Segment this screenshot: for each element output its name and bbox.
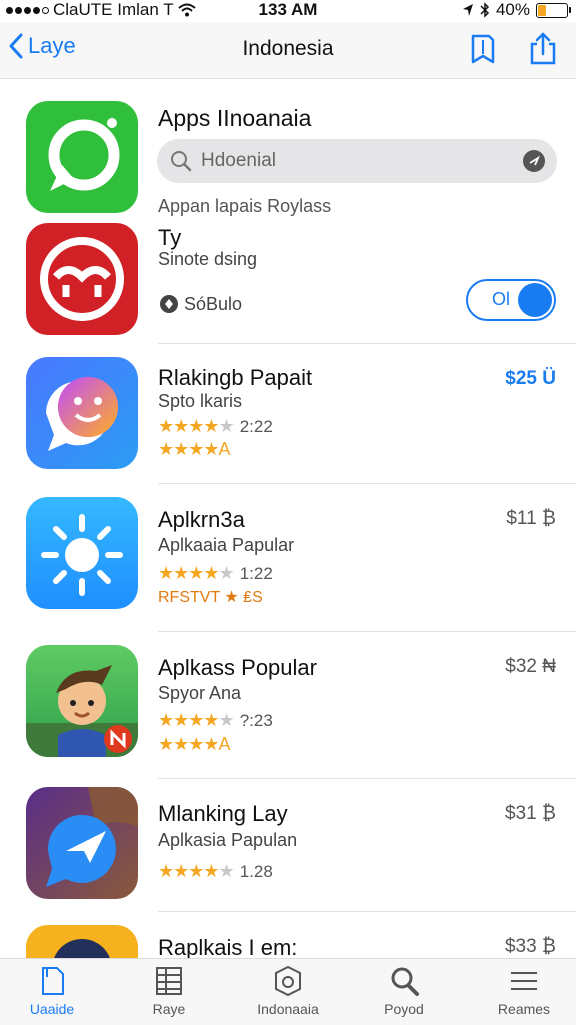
header-app-title: Apps IInoanaia: [158, 105, 312, 131]
developer-label: SóBulo: [184, 293, 243, 314]
divider: [158, 778, 576, 779]
app-subtitle: Spyor Ana: [158, 683, 242, 703]
paper-plane-app-icon[interactable]: [26, 787, 138, 899]
header-app-subtitle: Appan lapais Roylass: [158, 196, 332, 216]
go-icon[interactable]: [523, 150, 545, 172]
app-title: Aplkrn3a: [158, 507, 245, 532]
search-field[interactable]: Hdoenial: [157, 139, 557, 183]
app-title: Mlanking Lay: [158, 801, 288, 826]
tab-search[interactable]: Poyod: [356, 965, 452, 1017]
rating-count: 1.28: [239, 862, 273, 881]
tab-updates[interactable]: Uaaide: [4, 965, 100, 1017]
app-title: Rlakingb Papait: [158, 365, 313, 390]
tab-label: Raye: [152, 1001, 186, 1017]
divider: [158, 631, 576, 632]
emblem-icon: [40, 237, 124, 321]
search-icon: [391, 967, 419, 996]
tab-raye[interactable]: Raye: [121, 965, 217, 1017]
tab-label: Poyod: [384, 1001, 424, 1017]
developer-row: SóBulo: [158, 293, 242, 315]
bluetooth-icon: [480, 2, 490, 18]
status-right: 40%: [462, 0, 571, 20]
rating-count: 2:22: [239, 417, 273, 436]
sun-icon: [41, 514, 123, 596]
rating-extra: RFSTVT ★ ₤S: [158, 589, 263, 606]
chat-app-icon[interactable]: [26, 101, 138, 213]
rating-stars: ★★★★★ 1.28: [158, 861, 273, 881]
get-toggle[interactable]: Ol: [466, 279, 556, 321]
smiley-bubble-icon: [46, 377, 118, 451]
app-subtitle: Aplkasia Papulan: [158, 830, 298, 850]
bookmark-icon[interactable]: [468, 32, 498, 66]
grid-icon: [156, 967, 182, 995]
toggle-knob: [518, 283, 552, 317]
messenger-app-icon[interactable]: [26, 357, 138, 469]
price-button[interactable]: $31 ₿: [505, 803, 556, 825]
second-app-title: Ty: [158, 225, 182, 250]
price-button[interactable]: $33 ₿: [505, 936, 556, 958]
price-button[interactable]: $25 Ü: [505, 368, 556, 390]
paper-plane-icon: [46, 787, 138, 887]
tab-label: Indonaaia: [257, 1001, 319, 1017]
nav-bar: Laye Indonesia: [0, 22, 576, 79]
divider: [158, 483, 576, 484]
tab-label: Reames: [497, 1001, 551, 1017]
app-title: Aplkass Popular: [158, 655, 317, 680]
rating-count: ?:23: [239, 711, 273, 730]
divider: [158, 343, 576, 344]
price-button[interactable]: $11 ₿: [506, 508, 556, 530]
document-icon: [42, 967, 64, 995]
status-bar: ClaUTE Imlan T 133 AM 40%: [0, 0, 576, 22]
developer-logo-icon: [160, 295, 178, 313]
tab-indonesia[interactable]: Indonaaia: [240, 965, 336, 1017]
game-character-app-icon[interactable]: [26, 645, 138, 757]
red-app-icon[interactable]: [26, 223, 138, 335]
tab-bar: Uaaide Raye Indonaaia Poyod Reames: [0, 958, 576, 1025]
price-button[interactable]: $32 ₦: [505, 656, 556, 678]
toggle-label: Ol: [492, 289, 510, 309]
rating-stars: ★★★★★ ?:23: [158, 710, 273, 730]
share-icon[interactable]: [528, 32, 558, 66]
rating-count: 1:22: [239, 564, 273, 583]
list-icon: [511, 972, 537, 990]
rating-stars: ★★★★★ 1:22: [158, 563, 273, 583]
battery-percent: 40%: [495, 0, 530, 19]
search-icon: [171, 151, 192, 172]
battery-icon: [536, 2, 571, 18]
second-app-subtitle: Sinote dsing: [158, 249, 258, 269]
sun-app-icon[interactable]: [26, 497, 138, 609]
rating-extra: ★★★★A: [158, 734, 231, 754]
tab-reames[interactable]: Reames: [476, 965, 572, 1017]
app-subtitle: Spto lkaris: [158, 391, 243, 411]
divider: [158, 911, 576, 912]
chat-bubble-icon: [48, 118, 120, 191]
app-subtitle: Aplkaaia Papular: [158, 535, 295, 555]
tab-label: Uaaide: [29, 1001, 75, 1017]
rating-extra: ★★★★A: [158, 439, 231, 459]
rating-stars: ★★★★★ 2:22: [158, 416, 273, 436]
badge-icon: [275, 965, 301, 997]
character-icon: [26, 665, 138, 757]
search-input[interactable]: Hdoenial: [201, 150, 276, 172]
location-icon: [462, 4, 473, 16]
